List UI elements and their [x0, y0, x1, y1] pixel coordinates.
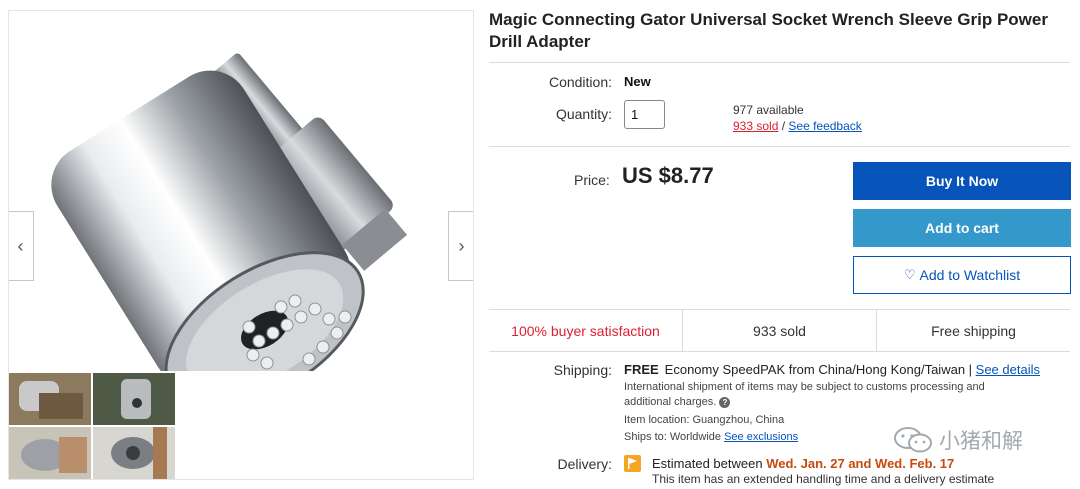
thumbnail-1[interactable] — [9, 373, 91, 425]
thumbnail-4[interactable] — [93, 427, 175, 479]
sold-feedback-row: 933 sold / See feedback — [733, 119, 862, 133]
sold-stat: 933 sold — [682, 310, 876, 351]
watermark: 小猪和解 — [893, 425, 1023, 455]
chevron-right-icon: › — [458, 235, 465, 256]
gallery-prev-button[interactable]: ‹ — [9, 211, 34, 281]
title-divider — [489, 62, 1070, 63]
see-exclusions-link[interactable]: See exclusions — [724, 431, 798, 443]
ships-to-row: Ships to: Worldwide See exclusions — [624, 431, 798, 443]
quantity-label: Quantity: — [555, 106, 612, 122]
thumbnail-2[interactable] — [93, 373, 175, 425]
buy-it-now-button[interactable]: Buy It Now — [853, 162, 1071, 200]
condition-label: Condition: — [548, 74, 612, 90]
gallery-next-button[interactable]: › — [448, 211, 473, 281]
add-to-cart-button[interactable]: Add to cart — [853, 209, 1071, 247]
quantity-input[interactable] — [624, 100, 665, 129]
item-location: Item location: Guangzhou, China — [624, 414, 785, 426]
available-count: 977 available — [733, 103, 804, 117]
price-value: US $8.77 — [622, 163, 714, 188]
shipping-note-text: additional charges. — [624, 396, 717, 408]
image-gallery: ‹ › — [8, 10, 474, 480]
add-to-watchlist-button[interactable]: ♡ Add to Watchlist — [853, 256, 1071, 294]
delivery-prefix: Estimated between — [652, 456, 767, 471]
delivery-date-range: Wed. Jan. 27 and Wed. Feb. 17 — [766, 456, 955, 471]
free-shipping-stat: Free shipping — [876, 310, 1070, 351]
chevron-left-icon: ‹ — [17, 235, 24, 256]
sold-separator: / — [778, 119, 789, 133]
see-feedback-link[interactable]: See feedback — [788, 119, 861, 133]
wechat-icon — [894, 427, 932, 453]
watchlist-label: Add to Watchlist — [919, 267, 1021, 283]
main-product-image[interactable] — [9, 11, 473, 371]
shipping-method-text: Economy SpeedPAK from China/Hong Kong/Ta… — [664, 362, 976, 377]
price-label: Price: — [574, 172, 610, 188]
shipping-note-line2: additional charges. ? — [624, 396, 731, 408]
see-details-link[interactable]: See details — [976, 362, 1040, 377]
ships-to-text: Ships to: Worldwide — [624, 431, 725, 443]
delivery-label: Delivery: — [557, 456, 612, 472]
shipping-label: Shipping: — [553, 362, 612, 378]
thumbnail-3[interactable] — [9, 427, 91, 479]
buyer-satisfaction-stat: 100% buyer satisfaction — [511, 322, 660, 339]
delivery-flag-icon — [624, 455, 641, 472]
shipping-method: FREE Economy SpeedPAK from China/Hong Kon… — [624, 362, 1040, 377]
price-divider — [489, 146, 1070, 147]
delivery-note: This item has an extended handling time … — [652, 472, 995, 486]
shipping-free: FREE — [624, 362, 659, 377]
listing-title: Magic Connecting Gator Universal Socket … — [489, 10, 1048, 51]
shipping-note-line1: International shipment of items may be s… — [624, 381, 985, 393]
watermark-text: 小猪和解 — [939, 430, 1023, 453]
condition-value: New — [624, 74, 651, 89]
heart-icon: ♡ — [903, 267, 916, 282]
sold-count-link[interactable]: 933 sold — [733, 119, 778, 133]
stats-bar: 100% buyer satisfaction 933 sold Free sh… — [489, 309, 1070, 352]
info-icon[interactable]: ? — [719, 396, 731, 408]
thumbnail-strip — [9, 373, 177, 479]
delivery-estimate: Estimated between Wed. Jan. 27 and Wed. … — [652, 456, 954, 471]
